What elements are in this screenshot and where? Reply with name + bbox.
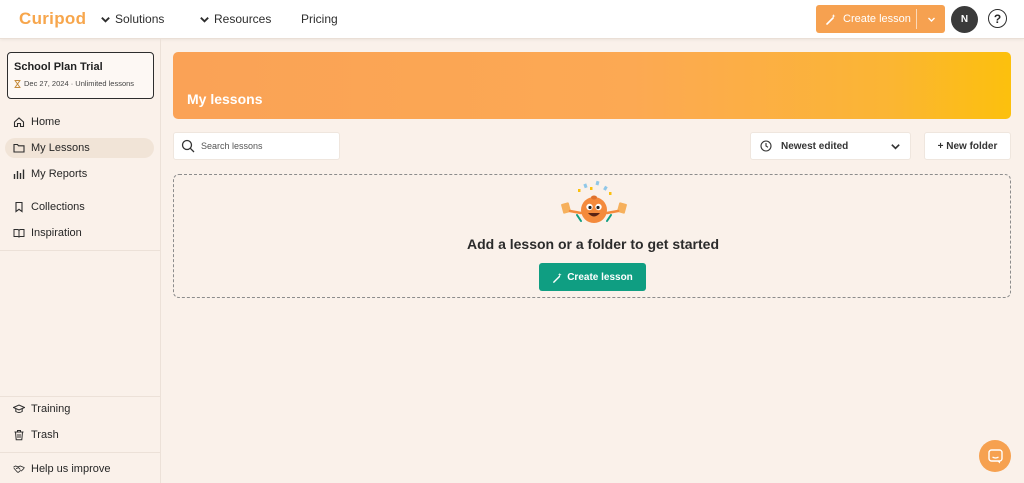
magic-wand-icon [553, 272, 562, 283]
handshake-icon [13, 465, 25, 473]
help-us-improve-link[interactable]: Help us improve [5, 459, 154, 479]
magic-wand-icon [826, 14, 836, 25]
mascot-illustration [561, 180, 627, 223]
chevron-down-icon [101, 16, 110, 23]
top-bar: Curipod Solutions Resources Pricing Crea… [0, 0, 1024, 39]
avatar[interactable]: N [951, 6, 978, 33]
create-lesson-label: Create lesson [843, 13, 911, 25]
create-lesson-button[interactable]: Create lesson [539, 263, 646, 291]
nav-resources-label: Resources [214, 12, 272, 26]
sidebar-item-trash[interactable]: Trash [5, 425, 154, 445]
bar-chart-icon [13, 169, 25, 179]
search-icon [181, 139, 195, 153]
trash-icon [14, 430, 24, 441]
nav-pricing[interactable]: Pricing [301, 12, 338, 26]
page-title: My lessons [187, 91, 263, 107]
sort-dropdown[interactable]: Newest edited [750, 132, 911, 160]
book-open-icon [13, 229, 25, 238]
sidebar-item-home[interactable]: Home [5, 112, 154, 132]
nav-pricing-label: Pricing [301, 12, 338, 26]
sidebar-item-label: Trash [31, 429, 59, 441]
sidebar-item-collections[interactable]: Collections [5, 197, 154, 217]
sidebar-item-training[interactable]: Training [5, 399, 154, 419]
empty-state: Add a lesson or a folder to get started … [173, 174, 1011, 298]
chevron-down-icon [200, 16, 209, 23]
sidebar-item-my-lessons[interactable]: My Lessons [5, 138, 154, 158]
chevron-down-icon [927, 17, 935, 22]
create-lesson-split-button: Create lesson [816, 5, 945, 33]
plan-title: School Plan Trial [14, 61, 103, 73]
nav-solutions[interactable]: Solutions [100, 12, 164, 26]
folder-icon [13, 143, 25, 153]
search-input[interactable] [201, 141, 331, 151]
chat-launcher-button[interactable] [979, 440, 1011, 472]
sidebar-item-label: Home [31, 116, 61, 128]
sidebar-item-label: My Lessons [31, 142, 90, 154]
search-box [173, 132, 340, 160]
sidebar-item-label: Training [31, 403, 71, 415]
help-us-improve-label: Help us improve [31, 463, 111, 475]
plan-subtitle: Dec 27, 2024 · Unlimited lessons [14, 79, 147, 88]
home-icon [13, 117, 25, 128]
bookmark-icon [15, 201, 23, 213]
empty-state-title: Add a lesson or a folder to get started [466, 236, 720, 252]
new-folder-button[interactable]: + New folder [924, 132, 1011, 160]
create-lesson-button[interactable]: Create lesson [816, 5, 916, 33]
sidebar-divider [0, 396, 160, 397]
clock-icon [760, 140, 772, 152]
help-icon[interactable]: ? [988, 9, 1007, 28]
create-lesson-dropdown[interactable] [917, 5, 945, 33]
sidebar-item-my-reports[interactable]: My Reports [5, 164, 154, 184]
chat-icon [987, 448, 1003, 463]
sidebar-item-label: My Reports [31, 168, 88, 180]
sidebar-item-label: Collections [31, 201, 85, 213]
sidebar-divider [0, 250, 160, 251]
sidebar: School Plan Trial Dec 27, 2024 · Unlimit… [0, 39, 161, 483]
sidebar-divider [0, 452, 160, 453]
chevron-down-icon [891, 143, 900, 150]
plan-subtitle-text: Dec 27, 2024 · Unlimited lessons [24, 79, 135, 88]
hourglass-icon [14, 79, 21, 88]
page-banner: My lessons [173, 52, 1011, 119]
sidebar-item-label: Inspiration [31, 227, 82, 239]
sort-label: Newest edited [781, 140, 849, 152]
nav-resources[interactable]: Resources [199, 12, 271, 26]
logo[interactable]: Curipod [19, 9, 86, 29]
nav-solutions-label: Solutions [115, 12, 165, 26]
sidebar-item-inspiration[interactable]: Inspiration [5, 223, 154, 243]
graduation-cap-icon [13, 404, 25, 413]
plan-card[interactable]: School Plan Trial Dec 27, 2024 · Unlimit… [7, 52, 154, 99]
create-lesson-label: Create lesson [567, 271, 633, 283]
